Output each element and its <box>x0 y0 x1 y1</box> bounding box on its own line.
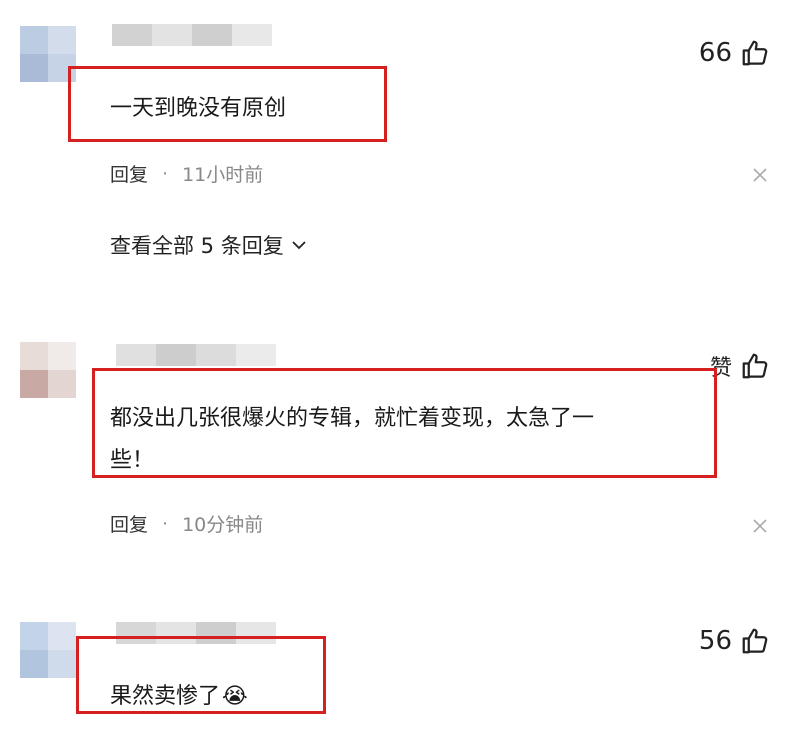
username-blurred[interactable] <box>116 344 276 366</box>
comment-3: 56 果然卖惨了 😭 <box>0 600 786 738</box>
timestamp: 11小时前 <box>182 164 264 186</box>
like-control[interactable]: 66 <box>699 38 770 68</box>
comment-meta: 回复 · 11小时前 <box>110 160 263 187</box>
avatar[interactable] <box>20 622 76 678</box>
view-replies-label: 查看全部 5 条回复 <box>110 234 284 258</box>
comment-text-line-1: 都没出几张很爆火的专辑，就忙着变现，太急了一 <box>110 406 595 431</box>
view-replies-button[interactable]: 查看全部 5 条回复 <box>110 230 308 260</box>
comment-2: 赞 都没出几张很爆火的专辑，就忙着变现，太急了一 些！ 回复 · 10分钟前 <box>0 300 786 600</box>
like-control[interactable]: 56 <box>699 626 770 656</box>
timestamp: 10分钟前 <box>182 514 264 536</box>
crying-emoji-icon: 😭 <box>222 684 248 709</box>
separator: · <box>162 512 169 535</box>
comment-text: 果然卖惨了 😭 <box>110 676 248 718</box>
close-icon[interactable] <box>752 167 768 183</box>
like-count: 66 <box>698 38 732 68</box>
avatar[interactable] <box>20 342 76 398</box>
reply-button[interactable]: 回复 <box>110 510 148 537</box>
thumbs-up-icon[interactable] <box>740 38 770 68</box>
like-control[interactable]: 赞 <box>710 350 770 382</box>
thumbs-up-icon[interactable] <box>740 626 770 656</box>
comment-1: 66 一天到晚没有原创 回复 · 11小时前 查看全部 5 条回复 <box>0 0 786 300</box>
thumbs-up-icon[interactable] <box>740 351 770 381</box>
separator: · <box>162 162 169 185</box>
comment-text-content: 果然卖惨了 <box>110 684 221 709</box>
comment-text: 一天到晚没有原创 <box>110 96 287 121</box>
comment-meta: 回复 · 10分钟前 <box>110 510 263 537</box>
reply-button[interactable]: 回复 <box>110 160 148 187</box>
close-icon[interactable] <box>752 518 768 534</box>
like-count: 56 <box>698 626 732 656</box>
username-blurred[interactable] <box>112 24 272 46</box>
chevron-down-icon <box>292 241 306 250</box>
comment-text-line-2: 些！ <box>110 448 155 473</box>
comment-text: 都没出几张很爆火的专辑，就忙着变现，太急了一 些！ <box>110 398 594 482</box>
